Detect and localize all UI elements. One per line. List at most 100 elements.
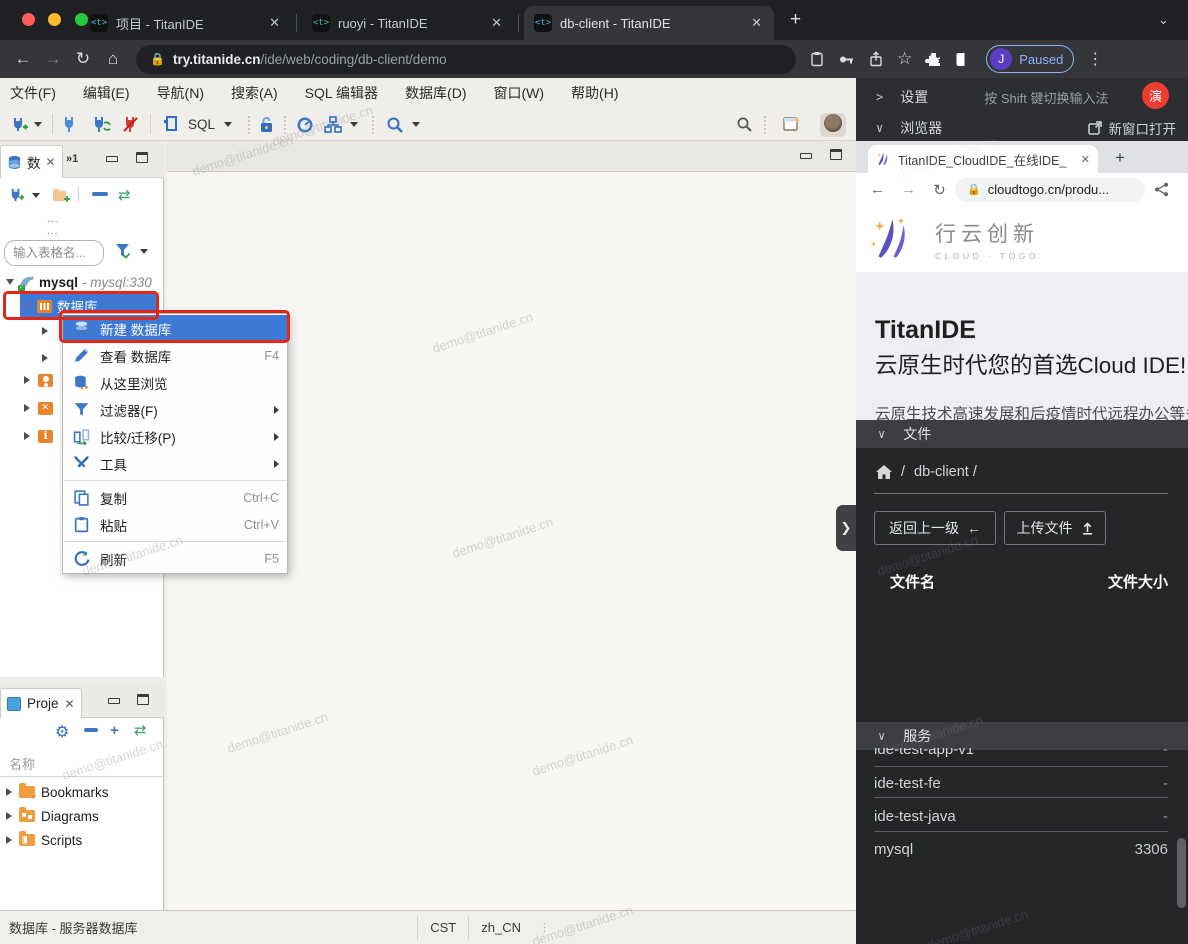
- profile-paused-pill[interactable]: J Paused: [986, 45, 1074, 73]
- menu-item-filters[interactable]: 过滤器(F): [63, 396, 287, 423]
- side-panel-icon[interactable]: [955, 51, 972, 68]
- tab-close-icon[interactable]: ✕: [65, 697, 75, 711]
- open-perspective-icon[interactable]: [783, 115, 802, 133]
- forward-icon[interactable]: →: [893, 181, 924, 198]
- collapsed-arrow-icon[interactable]: [24, 376, 30, 384]
- user-avatar[interactable]: [820, 113, 846, 137]
- browser-tab-ruoyi[interactable]: <t> ruoyi - TitanIDE ✕: [302, 6, 514, 40]
- collapsed-arrow-icon[interactable]: [24, 432, 30, 440]
- connect-icon[interactable]: [62, 116, 78, 133]
- link-with-editor-icon[interactable]: ⇄: [134, 721, 147, 739]
- tree-item-scripts[interactable]: Scripts: [0, 828, 163, 852]
- sql-dropdown-icon[interactable]: [224, 122, 232, 127]
- home-icon[interactable]: ⌂: [98, 49, 128, 69]
- tree-item-administer[interactable]: [24, 396, 53, 420]
- browser-section-header[interactable]: ∨ 浏览器 新窗口打开: [876, 118, 1176, 138]
- preview-tab[interactable]: TitanIDE_CloudIDE_在线IDE_ ✕: [868, 145, 1098, 173]
- menu-sql-editor[interactable]: SQL 编辑器: [305, 83, 378, 103]
- minimize-window-button[interactable]: [48, 13, 61, 26]
- traffic-lights[interactable]: [22, 13, 88, 31]
- quick-search-icon[interactable]: [736, 116, 753, 133]
- back-icon[interactable]: ←: [8, 49, 38, 69]
- maximize-panel-icon[interactable]: [136, 152, 148, 163]
- menu-window[interactable]: 窗口(W): [494, 83, 545, 103]
- tab-search-chevron-icon[interactable]: ⌄: [1158, 12, 1169, 28]
- lock-icon[interactable]: [258, 115, 275, 134]
- tab-overflow-indicator[interactable]: »1: [66, 153, 78, 165]
- toolbar-search-icon[interactable]: [386, 116, 404, 134]
- maximize-editor-icon[interactable]: [830, 149, 842, 160]
- tab-close-icon[interactable]: ✕: [267, 15, 282, 31]
- menu-navigate[interactable]: 导航(N): [157, 83, 204, 103]
- clipboard-icon[interactable]: [809, 51, 825, 67]
- menu-item-create-database[interactable]: 新建 数据库: [63, 315, 287, 342]
- share-icon[interactable]: [868, 51, 884, 67]
- sql-script-icon[interactable]: [162, 115, 180, 134]
- sql-mode-label[interactable]: SQL: [188, 117, 215, 132]
- tab-close-icon[interactable]: ✕: [489, 15, 504, 31]
- maximize-panel-icon[interactable]: [137, 694, 149, 705]
- expanded-arrow-icon[interactable]: [6, 279, 14, 285]
- tree-item-users[interactable]: [24, 368, 53, 392]
- share-nodes-icon[interactable]: [1154, 182, 1169, 197]
- menu-item-view-database[interactable]: 查看 数据库 F4: [63, 342, 287, 369]
- expand-icon[interactable]: +: [110, 722, 119, 739]
- breadcrumb-path[interactable]: db-client /: [914, 464, 977, 480]
- tree-item-system-info[interactable]: [24, 424, 53, 448]
- settings-section-header[interactable]: > 设置 按 Shift 键切换输入法: [876, 87, 1176, 107]
- status-locale[interactable]: zh_CN: [468, 916, 533, 940]
- back-icon[interactable]: ←: [862, 181, 893, 198]
- browser-tab-project[interactable]: <t> 项目 - TitanIDE ✕: [80, 6, 292, 40]
- bookmark-star-icon[interactable]: ☆: [897, 49, 912, 69]
- preview-address-bar[interactable]: 🔒 cloudtogo.cn/produ...: [955, 178, 1145, 202]
- menu-edit[interactable]: 编辑(E): [83, 83, 130, 103]
- menu-item-browse-from-here[interactable]: 从这里浏览: [63, 369, 287, 396]
- browser-tab-db-client[interactable]: <t> db-client - TitanIDE ✕: [524, 6, 774, 40]
- tree-item-mysql[interactable]: ✓ mysql - mysql:330: [0, 270, 164, 294]
- tab-close-icon[interactable]: ✕: [46, 155, 56, 169]
- panel-new-connection-icon[interactable]: [8, 186, 26, 204]
- panel-connection-dropdown-icon[interactable]: [32, 193, 40, 198]
- service-row[interactable]: ide-test-java -: [874, 808, 1168, 825]
- menu-item-copy[interactable]: 复制 Ctrl+C: [63, 484, 287, 511]
- go-up-button[interactable]: 返回上一级←: [874, 511, 996, 545]
- collapse-all-icon[interactable]: [92, 192, 108, 196]
- menu-item-tools[interactable]: 工具: [63, 450, 287, 477]
- menu-search[interactable]: 搜索(A): [231, 83, 278, 103]
- new-folder-icon[interactable]: [52, 187, 71, 203]
- extensions-puzzle-icon[interactable]: [925, 51, 942, 68]
- collapsed-arrow-icon[interactable]: [6, 836, 12, 844]
- project-tab[interactable]: Proje ✕: [0, 688, 82, 718]
- panel-expand-handle[interactable]: ❯: [836, 505, 856, 551]
- files-breadcrumb[interactable]: / db-client /: [876, 464, 1188, 480]
- collapsed-arrow-icon[interactable]: [42, 354, 48, 362]
- collapsed-arrow-icon[interactable]: [24, 404, 30, 412]
- menu-item-paste[interactable]: 粘贴 Ctrl+V: [63, 511, 287, 538]
- files-section-header[interactable]: ∨ 文件: [856, 420, 1188, 448]
- tab-close-icon[interactable]: ✕: [1081, 153, 1090, 166]
- table-filter-input[interactable]: [4, 240, 104, 266]
- new-connection-icon[interactable]: [10, 115, 29, 134]
- dashboard-gauge-icon[interactable]: [296, 116, 314, 134]
- menu-file[interactable]: 文件(F): [10, 83, 56, 103]
- service-row-clipped[interactable]: ide-test-app-v1 -: [874, 748, 1168, 762]
- diagram-dropdown-icon[interactable]: [350, 122, 358, 127]
- reload-icon[interactable]: ↻: [68, 49, 98, 69]
- forward-icon[interactable]: →: [38, 49, 68, 69]
- new-tab-button[interactable]: +: [790, 9, 801, 31]
- close-window-button[interactable]: [22, 13, 35, 26]
- tree-item-bookmarks[interactable]: Bookmarks: [0, 780, 163, 804]
- reconnect-icon[interactable]: [92, 116, 111, 133]
- minimize-panel-icon[interactable]: [108, 698, 120, 704]
- preview-new-tab-button[interactable]: +: [1115, 148, 1125, 168]
- filter-funnel-icon[interactable]: [114, 242, 132, 260]
- upload-file-button[interactable]: 上传文件: [1004, 511, 1106, 545]
- menu-item-refresh[interactable]: 刷新 F5: [63, 545, 287, 572]
- scrollbar-thumb[interactable]: [1177, 838, 1186, 908]
- tree-item-diagrams[interactable]: Diagrams: [0, 804, 163, 828]
- link-with-editor-icon[interactable]: ⇄: [118, 186, 131, 204]
- services-section-header[interactable]: ∨ 服务: [856, 722, 1188, 750]
- home-icon[interactable]: [876, 465, 892, 479]
- service-row[interactable]: mysql 3306: [874, 841, 1168, 858]
- collapse-all-icon[interactable]: [84, 728, 98, 732]
